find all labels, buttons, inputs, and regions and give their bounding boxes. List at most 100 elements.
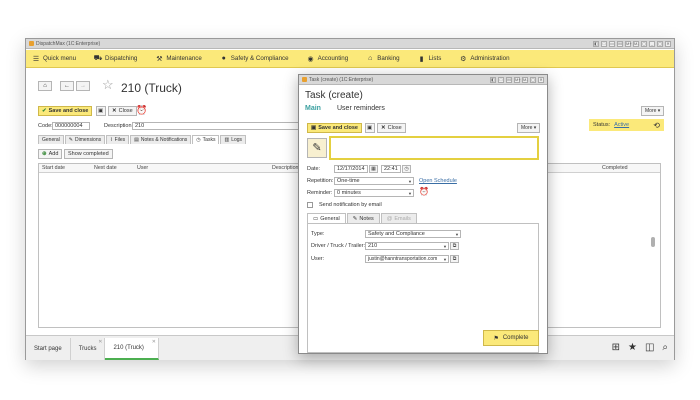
tab-tasks[interactable]: ◷ Tasks: [192, 135, 220, 144]
menu-item-maintenance[interactable]: ⚒ Maintenance: [155, 55, 202, 63]
search-icon[interactable]: ⌕: [662, 342, 668, 353]
tab-general[interactable]: ▭ General: [307, 213, 346, 223]
show-completed-button[interactable]: Show completed: [64, 149, 113, 159]
reminder-bell-icon[interactable]: ⏰: [419, 187, 429, 196]
description-field[interactable]: 210: [132, 122, 322, 130]
status-label: Status:: [593, 122, 611, 128]
open-icon[interactable]: ⧉: [450, 255, 459, 263]
forward-arrow-icon[interactable]: →: [76, 81, 90, 91]
flag-icon: ⚑: [493, 335, 499, 342]
main-menu-bar: ☰ Quick menu ⛟ Dispatching ⚒ Maintenance…: [26, 50, 674, 68]
menu-item-accounting[interactable]: ◉ Accounting: [307, 55, 349, 63]
tab-files[interactable]: ⌇ Files: [106, 135, 130, 144]
window-control-button[interactable]: M+: [625, 40, 632, 47]
more-button[interactable]: More ▾: [641, 106, 665, 116]
menu-item-lists[interactable]: ▮ Lists: [418, 55, 442, 63]
taskbar-tab-label: 210 (Truck): [113, 345, 144, 351]
tab-user-reminders[interactable]: User reminders: [337, 105, 385, 112]
driver-truck-trailer-field[interactable]: 210 ▼: [365, 242, 449, 250]
star-icon[interactable]: ★: [628, 342, 637, 353]
grid-menu-icon[interactable]: ⊞: [612, 342, 620, 353]
send-email-checkbox[interactable]: [307, 202, 313, 208]
window-control-button[interactable]: ◧: [490, 76, 496, 83]
window-control-button[interactable]: M-: [522, 76, 528, 83]
reminder-label: Reminder:: [307, 190, 333, 196]
reminder-bell-icon[interactable]: ⏰: [136, 105, 147, 116]
refresh-icon[interactable]: ⟲: [653, 121, 660, 130]
add-button[interactable]: ⊕ Add: [38, 149, 63, 159]
repetition-select[interactable]: One-time ▼: [334, 177, 414, 185]
maximize-button[interactable]: ▢: [657, 40, 663, 47]
menu-item-quick-menu[interactable]: ☰ Quick menu: [32, 55, 76, 63]
tab-dimensions[interactable]: ✎ Dimensions: [64, 135, 106, 144]
tab-label: General: [42, 137, 60, 143]
window-control-button[interactable]: M: [617, 40, 623, 47]
tab-notes[interactable]: ✎ Notes: [346, 213, 380, 223]
window-control-button[interactable]: M+: [514, 76, 521, 83]
window-control-button[interactable]: □: [498, 76, 504, 83]
column-header[interactable]: Description: [272, 165, 299, 171]
tab-emails[interactable]: @ Emails: [380, 213, 417, 223]
button-label: Save and close: [318, 125, 358, 131]
window-control-button[interactable]: M-: [633, 40, 639, 47]
chevron-down-icon: ▼: [443, 244, 447, 249]
maximize-button[interactable]: ▢: [530, 76, 536, 83]
taskbar-tab-start-page[interactable]: Start page: [26, 338, 71, 360]
close-icon[interactable]: ✕: [152, 339, 156, 345]
window-control-button[interactable]: ◻: [641, 40, 647, 47]
more-button[interactable]: More ▾: [517, 123, 541, 133]
column-header[interactable]: Completed: [602, 165, 628, 171]
clock-icon[interactable]: ◷: [402, 165, 411, 173]
close-button[interactable]: ✕ Close: [108, 106, 137, 116]
close-window-button[interactable]: ✕: [538, 76, 544, 83]
window-control-button[interactable]: □: [601, 40, 607, 47]
column-header[interactable]: User: [137, 165, 148, 171]
tab-logs[interactable]: ▥ Logs: [220, 135, 247, 144]
close-window-button[interactable]: ✕: [665, 40, 671, 47]
home-icon[interactable]: ⌂: [38, 81, 52, 91]
email-icon: @: [386, 215, 393, 222]
column-header[interactable]: Start date: [42, 165, 65, 171]
code-label: Code:: [38, 123, 53, 129]
close-button[interactable]: ✕ Close: [377, 123, 406, 133]
tab-general[interactable]: General: [38, 135, 64, 144]
date-field[interactable]: 12/17/2014: [334, 165, 368, 173]
complete-button[interactable]: ⚑ Complete: [483, 330, 539, 346]
tab-notes-notifications[interactable]: ▤ Notes & Notifications: [130, 135, 192, 144]
taskbar-tab-truck-210[interactable]: 210 (Truck) ✕: [105, 338, 159, 360]
star-icon[interactable]: ☆: [102, 77, 114, 93]
save-and-close-button[interactable]: ✔ Save and close: [38, 106, 93, 116]
open-icon[interactable]: ⧉: [450, 242, 459, 250]
window-control-button[interactable]: M: [506, 76, 512, 83]
window-control-button[interactable]: ◧: [593, 40, 599, 47]
calendar-icon[interactable]: ▦: [369, 165, 378, 173]
menu-item-administration[interactable]: ⚙ Administration: [459, 55, 509, 63]
save-icon[interactable]: ▣: [96, 106, 106, 116]
time-field[interactable]: 22:41: [381, 165, 401, 173]
code-field[interactable]: 000000004: [52, 122, 90, 130]
menu-item-safety-compliance[interactable]: ● Safety & Compliance: [220, 55, 289, 63]
window-control-button[interactable]: ▭: [609, 40, 615, 47]
dialog-window-controls: ◧ □ M M+ M- ▢ ✕: [490, 76, 544, 83]
history-icon[interactable]: ◫: [645, 342, 654, 353]
save-and-close-button[interactable]: ▣ Save and close: [307, 123, 362, 133]
column-header[interactable]: Next date: [94, 165, 117, 171]
menu-item-dispatching[interactable]: ⛟ Dispatching: [94, 55, 138, 63]
grid-scrollbar[interactable]: [651, 237, 655, 247]
type-label: Type:: [311, 231, 325, 237]
menu-item-banking[interactable]: ⌂ Banking: [366, 55, 400, 63]
save-icon[interactable]: ▣: [365, 123, 375, 133]
menu-item-label: Administration: [470, 55, 510, 62]
tab-main[interactable]: Main: [305, 105, 321, 112]
minimize-button[interactable]: _: [649, 40, 655, 47]
task-description-field[interactable]: [329, 136, 539, 160]
close-icon[interactable]: ✕: [98, 339, 102, 345]
status-link[interactable]: Active: [614, 122, 629, 128]
back-arrow-icon[interactable]: ←: [60, 81, 74, 91]
taskbar-tab-trucks[interactable]: Trucks ✕: [71, 338, 106, 360]
type-value: Safety and Compliance: [368, 231, 425, 237]
type-select[interactable]: Safety and Compliance ▼: [365, 230, 461, 238]
user-field[interactable]: justin@hanntransportation.com ▼: [365, 255, 449, 263]
reminder-select[interactable]: 0 minutes ▼: [334, 189, 414, 197]
open-schedule-link[interactable]: Open Schedule: [419, 178, 457, 184]
